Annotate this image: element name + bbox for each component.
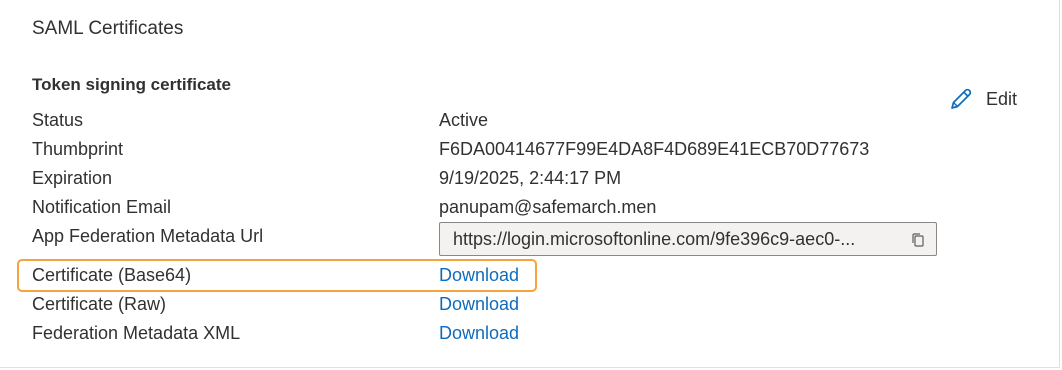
section-title: SAML Certificates <box>32 18 184 39</box>
metadata-url-value[interactable]: https://login.microsoftonline.com/9fe396… <box>453 229 895 250</box>
expiration-value: 9/19/2025, 2:44:17 PM <box>439 168 622 188</box>
edit-label: Edit <box>986 88 1018 109</box>
copy-icon[interactable] <box>910 232 926 253</box>
cert-base64-label: Certificate (Base64) <box>32 265 192 285</box>
notification-email-value: panupam@safemarch.men <box>439 197 657 217</box>
notification-email-label: Notification Email <box>32 197 172 217</box>
status-value: Active <box>439 110 489 130</box>
pencil-icon <box>948 86 974 112</box>
thumbprint-value: F6DA00414677F99E4DA8F4D689E41ECB70D77673 <box>439 139 870 159</box>
cert-raw-download-link[interactable]: Download <box>439 293 519 315</box>
federation-xml-label: Federation Metadata XML <box>32 323 241 343</box>
federation-xml-download-link[interactable]: Download <box>439 322 519 344</box>
thumbprint-label: Thumbprint <box>32 139 124 159</box>
cert-raw-label: Certificate (Raw) <box>32 294 167 314</box>
edit-button[interactable]: Edit <box>948 86 1017 112</box>
saml-certificates-card: SAML Certificates Token signing certific… <box>0 0 1060 368</box>
metadata-url-field[interactable]: https://login.microsoftonline.com/9fe396… <box>439 222 937 256</box>
certificate-title: Token signing certificate <box>32 75 232 94</box>
expiration-label: Expiration <box>32 168 113 188</box>
metadata-url-label: App Federation Metadata Url <box>32 226 264 246</box>
cert-base64-download-link[interactable]: Download <box>439 264 519 286</box>
status-label: Status <box>32 110 84 130</box>
